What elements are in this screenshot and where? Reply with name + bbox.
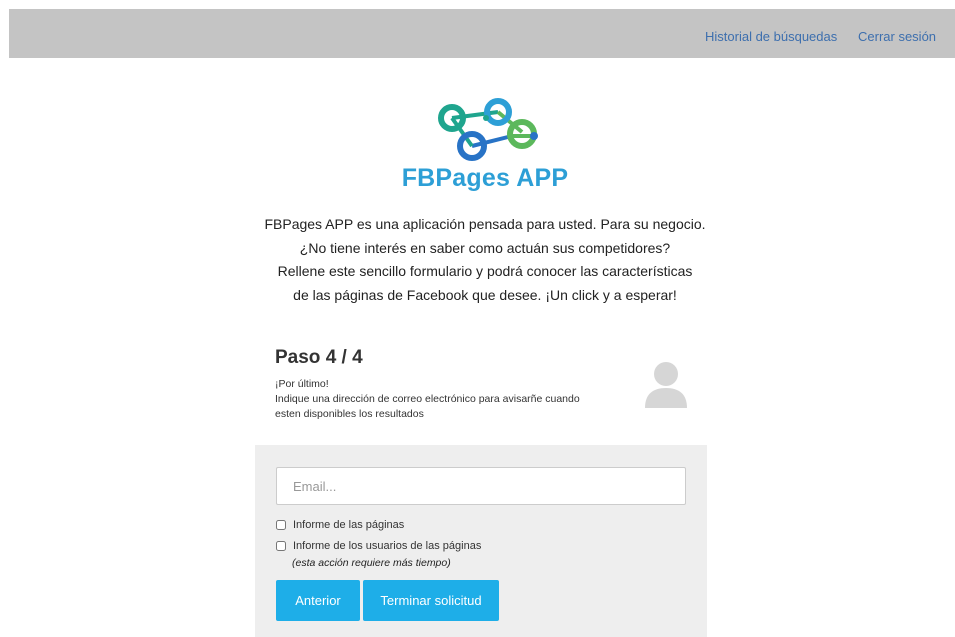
logo-text: FBPages APP: [401, 164, 569, 192]
user-avatar-icon: [645, 362, 687, 408]
intro-text: FBPages APP es una aplicación pensada pa…: [200, 213, 770, 307]
step-title: Paso 4 / 4: [275, 347, 363, 368]
users-report-option[interactable]: Informe de los usuarios de las páginas: [276, 540, 481, 552]
step-description-line: ¡Por último!: [275, 378, 329, 390]
nav-link-search-history[interactable]: Historial de búsquedas: [705, 29, 837, 44]
pages-report-label: Informe de las páginas: [293, 519, 405, 531]
step-description: ¡Por último! Indique una dirección de co…: [275, 377, 635, 422]
request-form-panel: Informe de las páginas Informe de los us…: [255, 445, 707, 637]
step-description-line: Indique una dirección de correo electrón…: [275, 393, 580, 405]
intro-line: FBPages APP es una aplicación pensada pa…: [264, 216, 706, 232]
previous-button[interactable]: Anterior: [276, 580, 360, 621]
users-report-note: (esta acción requiere más tiempo): [292, 557, 451, 569]
pages-report-checkbox[interactable]: [276, 520, 286, 530]
network-logo-icon: [438, 98, 538, 161]
intro-line: de las páginas de Facebook que desee. ¡U…: [293, 286, 677, 303]
finish-request-button[interactable]: Terminar solicitud: [363, 580, 499, 621]
nav-link-logout[interactable]: Cerrar sesión: [858, 29, 936, 44]
step-description-line: esten disponibles los resultados: [275, 408, 424, 420]
users-report-label: Informe de los usuarios de las páginas: [293, 540, 482, 552]
pages-report-option[interactable]: Informe de las páginas: [276, 519, 404, 531]
app-logo: FBPages APP: [400, 92, 570, 192]
users-report-checkbox[interactable]: [276, 541, 286, 551]
intro-line: ¿No tiene interés en saber como actuán s…: [299, 239, 671, 256]
intro-line: Rellene este sencillo formulario y podrá…: [277, 263, 693, 279]
email-input[interactable]: [276, 467, 686, 505]
top-navbar: Historial de búsquedas Cerrar sesión: [9, 9, 955, 58]
